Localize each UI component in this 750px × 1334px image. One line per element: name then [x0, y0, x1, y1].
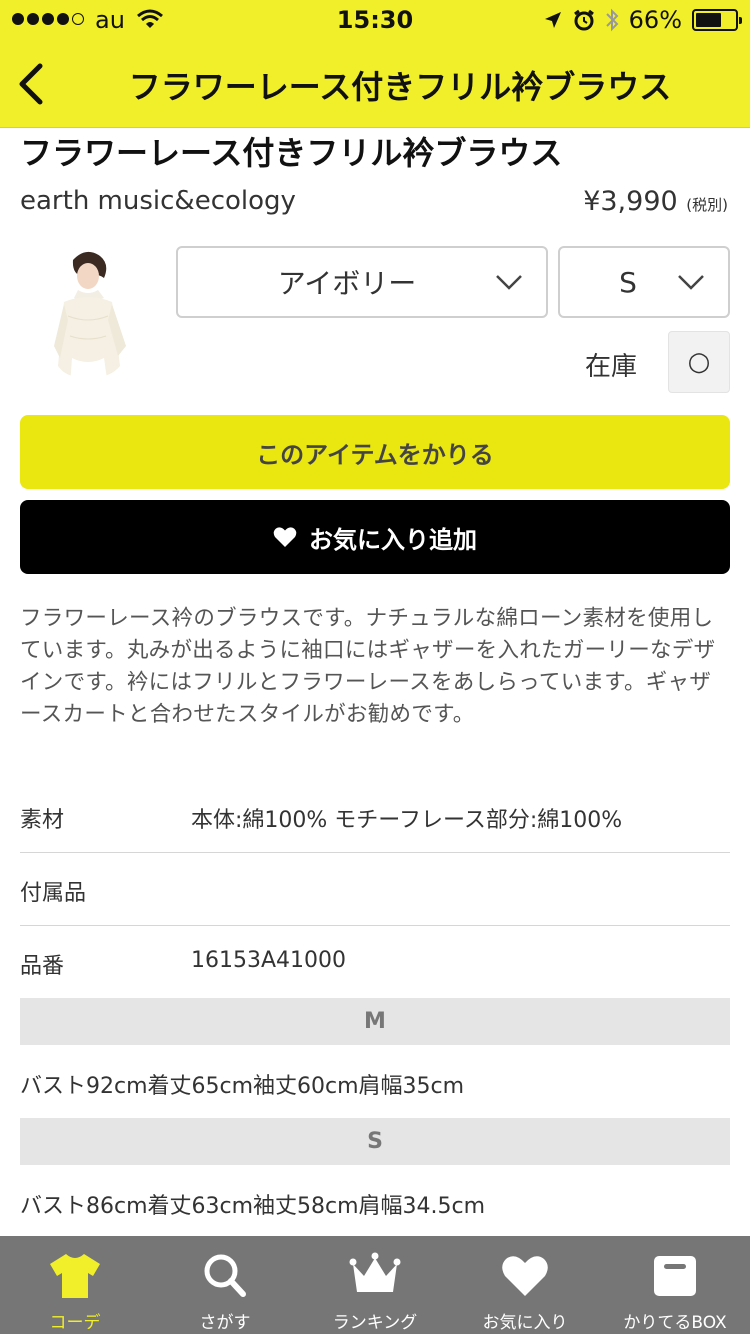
back-chevron-icon[interactable] — [10, 60, 54, 108]
tab-coordinate[interactable]: コーデ — [0, 1236, 150, 1334]
chevron-down-icon — [678, 275, 704, 290]
stock-label: 在庫 — [585, 352, 638, 382]
spec-value: 16153A41000 — [191, 948, 347, 973]
size-detail-s: バスト86cm着丈63cm袖丈58cm肩幅34.5cm — [20, 1194, 486, 1219]
crown-icon — [349, 1252, 401, 1292]
tab-favorites[interactable]: お気に入り — [450, 1236, 600, 1334]
tab-rented-box[interactable]: かりてるBOX — [600, 1236, 750, 1334]
status-right: 66% — [543, 6, 742, 34]
tab-bar: コーデ さがす ランキング お気に入り かりてるBOX — [0, 1236, 750, 1334]
battery-icon — [692, 9, 742, 31]
spec-label: 品番 — [20, 954, 65, 979]
alarm-icon — [573, 9, 594, 31]
search-icon — [204, 1254, 246, 1297]
product-thumbnail[interactable] — [38, 246, 148, 391]
nav-bar: フラワーレース付きフリル衿ブラウス — [0, 40, 750, 128]
rent-button-label: このアイテムをかりる — [256, 440, 494, 469]
tab-label: さがす — [199, 1313, 251, 1333]
color-select[interactable]: アイボリー — [176, 246, 548, 318]
add-favorite-button[interactable]: お気に入り追加 — [20, 500, 730, 574]
size-header-m: M — [20, 998, 730, 1045]
tax-note: (税別) — [686, 196, 728, 214]
stock-status: ○ — [668, 331, 730, 393]
add-favorite-label: お気に入り追加 — [309, 525, 477, 554]
tab-label: ランキング — [332, 1313, 418, 1333]
tshirt-icon — [50, 1254, 100, 1298]
tab-ranking[interactable]: ランキング — [300, 1236, 450, 1334]
price-value: ¥3,990 — [583, 186, 678, 217]
tab-search[interactable]: さがす — [150, 1236, 300, 1334]
product-description: フラワーレース衿のブラウスです。ナチュラルな綿ローン素材を使用しています。丸みが… — [20, 606, 716, 727]
heart-icon — [273, 527, 297, 547]
brand-name: earth music&ecology — [20, 186, 296, 216]
spec-row-accessories: 付属品 — [20, 853, 730, 926]
status-bar: au 15:30 66% — [0, 0, 750, 40]
size-header-s: S — [20, 1118, 730, 1165]
tab-label: コーデ — [49, 1313, 101, 1333]
tab-label: お気に入り — [482, 1313, 568, 1333]
color-select-value: アイボリー — [277, 267, 417, 300]
header: au 15:30 66% フラワーレース付きフリル衿ブラウス — [0, 0, 750, 128]
bluetooth-icon — [605, 8, 619, 32]
location-arrow-icon — [544, 12, 561, 28]
size-select[interactable]: S — [558, 246, 730, 318]
size-detail-m: バスト92cm着丈65cm袖丈60cm肩幅35cm — [20, 1074, 465, 1099]
spec-row-product-number: 品番 16153A41000 — [20, 926, 730, 999]
tab-label: かりてるBOX — [623, 1313, 727, 1333]
spec-label: 素材 — [20, 808, 65, 833]
heart-icon — [502, 1256, 548, 1296]
battery-percent: 66% — [628, 6, 682, 34]
product-name: フラワーレース付きフリル衿ブラウス — [20, 134, 563, 172]
box-icon — [654, 1256, 696, 1296]
spec-row-material: 素材 本体:綿100% モチーフレース部分:綿100% — [20, 780, 730, 853]
spec-value: 本体:綿100% モチーフレース部分:綿100% — [191, 808, 623, 833]
nav-title: フラワーレース付きフリル衿ブラウス — [128, 68, 672, 106]
chevron-down-icon — [496, 275, 522, 290]
rent-button[interactable]: このアイテムをかりる — [20, 415, 730, 489]
spec-label: 付属品 — [20, 881, 87, 906]
price: ¥3,990 (税別) — [583, 186, 728, 217]
